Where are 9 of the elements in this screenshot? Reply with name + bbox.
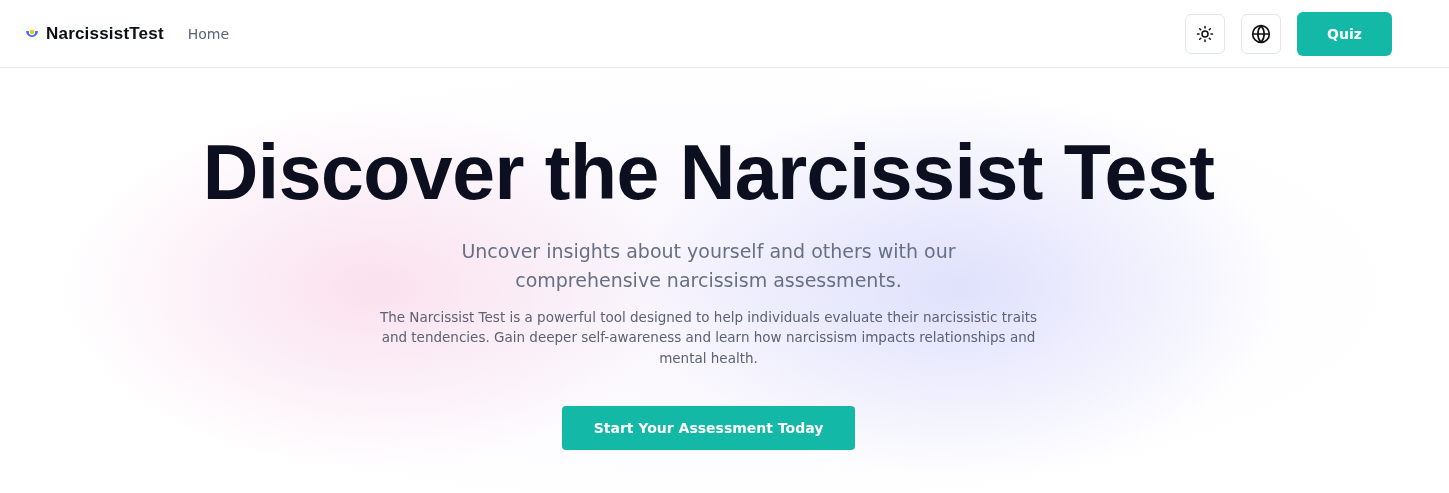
globe-icon: [1251, 23, 1271, 44]
sun-icon: [1196, 24, 1214, 43]
theme-button[interactable]: [1185, 13, 1225, 54]
nav-link[interactable]: Home: [187, 25, 230, 42]
hero-subtitle: Uncover insights about yourself and others with our comprehensive narcissism assessments.: [460, 238, 957, 293]
hero-description: The Narcissist Test is a powerful tool designed to help individuals evaluate their narcissistic traits and tendencies. Gain deeper self-awareness and learn how narcissism impacts relationships and mental health.: [378, 307, 1038, 368]
language-button[interactable]: [1241, 13, 1281, 54]
hero-title: Discover the Narcissist Test: [202, 130, 1215, 215]
brand-name[interactable]: NarcissistTest: [46, 23, 164, 44]
